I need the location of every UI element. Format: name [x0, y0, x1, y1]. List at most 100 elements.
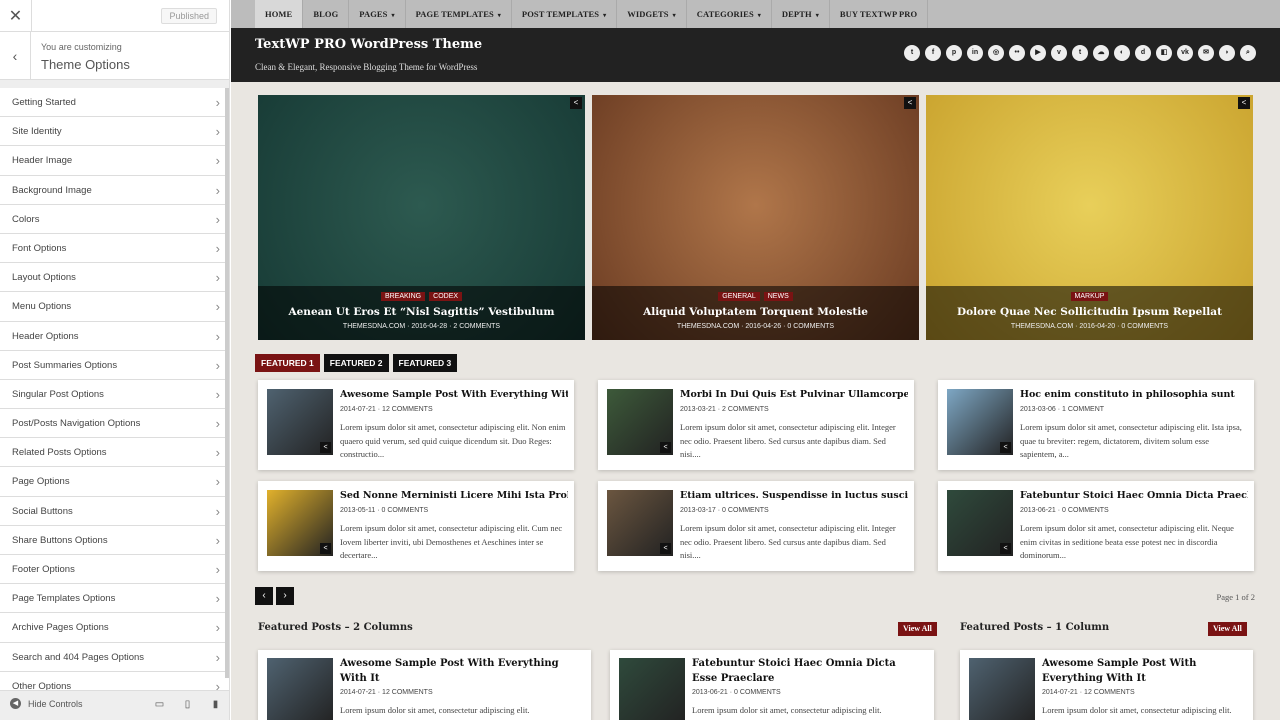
share-icon[interactable]: < [1000, 543, 1011, 554]
post-card[interactable]: Awesome Sample Post With Everything With… [960, 650, 1253, 720]
category-badge[interactable]: GENERAL [718, 292, 760, 301]
facebook-icon[interactable]: f [925, 45, 941, 61]
sidebar-item[interactable]: Share Buttons Options › [0, 525, 229, 555]
post-comments[interactable]: 12 COMMENTS [1084, 689, 1135, 696]
search-icon[interactable]: ⌕ [1240, 45, 1256, 61]
sidebar-item[interactable]: Background Image › [0, 175, 229, 205]
pinterest-icon[interactable]: p [946, 45, 962, 61]
nav-item[interactable]: WIDGETS ▾ [617, 0, 687, 28]
delicious-icon[interactable]: ◧ [1156, 45, 1172, 61]
post-thumbnail[interactable] [619, 658, 685, 720]
sidebar-item[interactable]: Social Buttons › [0, 496, 229, 526]
back-icon[interactable]: ‹ [0, 32, 31, 79]
category-badge[interactable]: CODEX [429, 292, 463, 301]
featured-tab[interactable]: FEATURED 3 [392, 354, 458, 372]
nav-item[interactable]: BUY TEXTWP PRO [830, 0, 929, 28]
view-all-button[interactable]: View All [898, 622, 937, 636]
slide[interactable]: < GENERAL NEWS Aliquid Voluptatem Torquent … [592, 95, 919, 340]
post-comments[interactable]: 12 COMMENTS [382, 689, 433, 696]
post-card[interactable]: < Hoc enim constituto in philosophia sunt… [938, 380, 1254, 470]
share-icon[interactable]: < [660, 543, 671, 554]
post-thumbnail[interactable]: < [947, 490, 1013, 556]
soundcloud-icon[interactable]: ☁ [1093, 45, 1109, 61]
post-card[interactable]: Fatebuntur Stoici Haec Omnia Dicta Esse … [610, 650, 934, 720]
slide-title[interactable]: Dolore Quae Nec Sollicitudin Ipsum Repel… [926, 306, 1253, 318]
featured-tab[interactable]: FEATURED 2 [323, 354, 389, 372]
post-thumbnail[interactable] [267, 658, 333, 720]
post-title[interactable]: Awesome Sample Post With Everything With… [340, 657, 581, 686]
post-card[interactable]: < Sed Nonne Merninisti Licere Mihi Ista P… [258, 481, 574, 571]
post-comments[interactable]: 12 COMMENTS [382, 406, 433, 413]
rss-icon[interactable]: ◗ [1219, 45, 1235, 61]
post-title[interactable]: Awesome Sample Post With Everything With… [340, 389, 568, 400]
post-thumbnail[interactable]: < [607, 389, 673, 455]
flickr-icon[interactable]: •• [1009, 45, 1025, 61]
post-card[interactable]: Awesome Sample Post With Everything With… [258, 650, 591, 720]
sidebar-item[interactable]: Colors › [0, 204, 229, 234]
tumblr-icon[interactable]: t [1072, 45, 1088, 61]
site-title[interactable]: TextWP PRO WordPress Theme [255, 37, 482, 52]
slide-title[interactable]: Aliquid Voluptatem Torquent Molestie [592, 306, 919, 318]
nav-item[interactable]: PAGE TEMPLATES ▾ [406, 0, 512, 28]
sidebar-item[interactable]: Page Templates Options › [0, 584, 229, 614]
sidebar-item[interactable]: Font Options › [0, 233, 229, 264]
post-title[interactable]: Morbi In Dui Quis Est Pulvinar Ullamcorp… [680, 389, 908, 400]
sidebar-item[interactable]: Footer Options › [0, 555, 229, 585]
sidebar-item[interactable]: Layout Options › [0, 263, 229, 293]
twitter-icon[interactable]: t [904, 45, 920, 61]
slide[interactable]: < MARKUP Dolore Quae Nec Sollicitudin Ipsu… [926, 95, 1253, 340]
share-icon[interactable]: < [904, 97, 916, 109]
next-button[interactable]: › [276, 587, 294, 605]
nav-item[interactable]: DEPTH ▾ [772, 0, 830, 28]
sidebar-item[interactable]: Page Options › [0, 467, 229, 497]
share-icon[interactable]: < [1000, 442, 1011, 453]
close-icon[interactable]: ✕ [0, 0, 32, 31]
post-thumbnail[interactable]: < [947, 389, 1013, 455]
sidebar-item[interactable]: Singular Post Options › [0, 379, 229, 410]
post-comments[interactable]: 0 COMMENTS [382, 507, 429, 514]
nav-item[interactable]: CATEGORIES ▾ [687, 0, 772, 28]
published-button[interactable]: Published [161, 8, 217, 24]
category-badge[interactable]: BREAKING [380, 292, 426, 301]
post-comments[interactable]: 2 COMMENTS [722, 406, 769, 413]
post-card[interactable]: < Awesome Sample Post With Everything Wit… [258, 380, 574, 470]
post-card[interactable]: < Fatebuntur Stoici Haec Omnia Dicta Prae… [938, 481, 1254, 571]
tablet-preview-icon[interactable]: ▯ [182, 699, 193, 710]
post-comments[interactable]: 0 COMMENTS [734, 689, 781, 696]
share-icon[interactable]: < [570, 97, 582, 109]
nav-item[interactable]: HOME [255, 0, 304, 28]
post-thumbnail[interactable]: < [267, 490, 333, 556]
nav-item[interactable]: PAGES ▾ [349, 0, 406, 28]
digg-icon[interactable]: d [1135, 45, 1151, 61]
sidebar-item[interactable]: Post/Posts Navigation Options › [0, 409, 229, 439]
slide-title[interactable]: Aenean Ut Eros Et “Nisl Sagittis” Vestib… [258, 306, 585, 318]
share-icon[interactable]: < [1238, 97, 1250, 109]
featured-tab[interactable]: FEATURED 1 [255, 354, 320, 372]
post-thumbnail[interactable]: < [607, 490, 673, 556]
share-icon[interactable]: < [660, 442, 671, 453]
email-icon[interactable]: ✉ [1198, 45, 1214, 61]
vk-icon[interactable]: vk [1177, 45, 1193, 61]
mobile-preview-icon[interactable]: ▮ [210, 699, 221, 710]
post-title[interactable]: Etiam ultrices. Suspendisse in luctus su… [680, 490, 908, 501]
post-title[interactable]: Sed Nonne Merninisti Licere Mihi Ista Pr… [340, 490, 568, 501]
post-title[interactable]: Fatebuntur Stoici Haec Omnia Dicta Esse … [692, 657, 924, 686]
post-comments[interactable]: 1 COMMENT [1062, 406, 1104, 413]
slide[interactable]: < BREAKING CODEX Aenean Ut Eros Et “Nisl Sa… [258, 95, 585, 340]
github-icon[interactable]: ◐ [1114, 45, 1130, 61]
post-title[interactable]: Awesome Sample Post With Everything With… [1042, 657, 1243, 686]
hide-controls-button[interactable]: ◀ Hide Controls [10, 698, 83, 709]
sidebar-item[interactable]: Header Image › [0, 146, 229, 176]
sidebar-item[interactable]: Site Identity › [0, 117, 229, 147]
sidebar-item[interactable]: Archive Pages Options › [0, 613, 229, 643]
sidebar-item[interactable]: Getting Started › [0, 88, 229, 118]
share-icon[interactable]: < [320, 442, 331, 453]
post-card[interactable]: < Etiam ultrices. Suspendisse in luctus s… [598, 481, 914, 571]
post-card[interactable]: < Morbi In Dui Quis Est Pulvinar Ullamcor… [598, 380, 914, 470]
sidebar-scrollbar[interactable] [225, 88, 229, 678]
youtube-icon[interactable]: ▶ [1030, 45, 1046, 61]
sidebar-item[interactable]: Related Posts Options › [0, 438, 229, 468]
post-thumbnail[interactable] [969, 658, 1035, 720]
linkedin-icon[interactable]: in [967, 45, 983, 61]
post-comments[interactable]: 0 COMMENTS [1062, 507, 1109, 514]
